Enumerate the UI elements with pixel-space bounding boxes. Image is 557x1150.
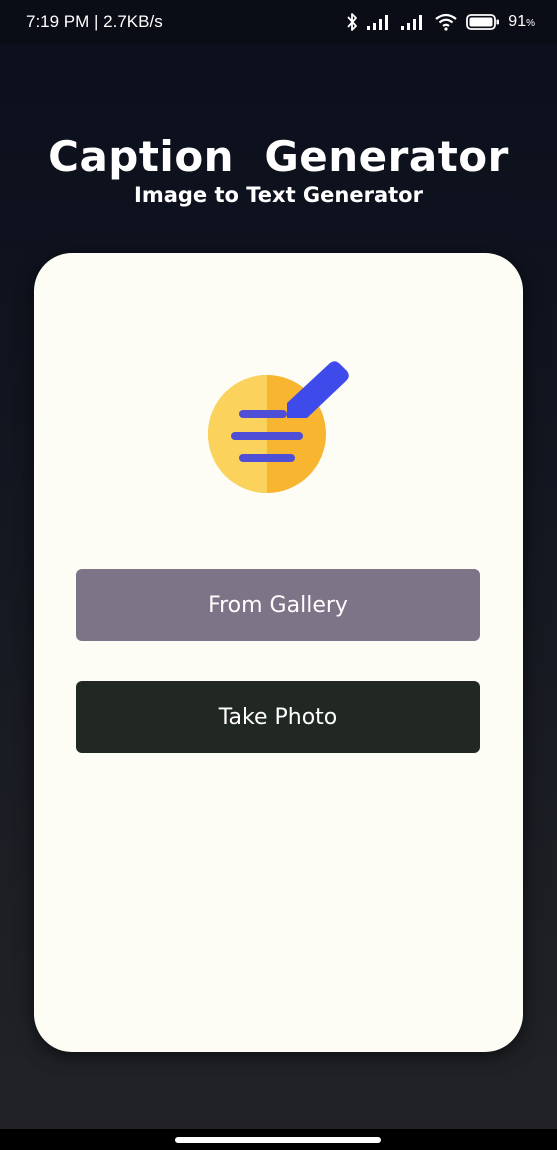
status-time-speed: 7:19 PM | 2.7KB/s bbox=[26, 12, 163, 31]
battery-percent: 91% bbox=[508, 13, 535, 30]
signal-icon bbox=[367, 15, 389, 30]
take-photo-button[interactable]: Take Photo bbox=[76, 681, 480, 753]
status-icons: 91% bbox=[346, 12, 535, 32]
from-gallery-button[interactable]: From Gallery bbox=[76, 569, 480, 641]
signal-icon bbox=[401, 15, 423, 30]
app-subtitle: Image to Text Generator bbox=[134, 183, 423, 207]
bluetooth-icon bbox=[347, 13, 358, 31]
app-title: Caption Generator bbox=[48, 132, 509, 181]
header: Caption Generator Image to Text Generato… bbox=[0, 132, 557, 207]
wifi-icon bbox=[435, 13, 457, 31]
main-card: From Gallery Take Photo bbox=[34, 253, 523, 1052]
caption-note-pencil-icon bbox=[208, 361, 349, 493]
home-indicator[interactable] bbox=[175, 1137, 381, 1143]
navigation-bar bbox=[0, 1129, 557, 1150]
status-bar: 7:19 PM | 2.7KB/s 91% bbox=[0, 0, 557, 44]
battery-icon bbox=[466, 14, 500, 30]
